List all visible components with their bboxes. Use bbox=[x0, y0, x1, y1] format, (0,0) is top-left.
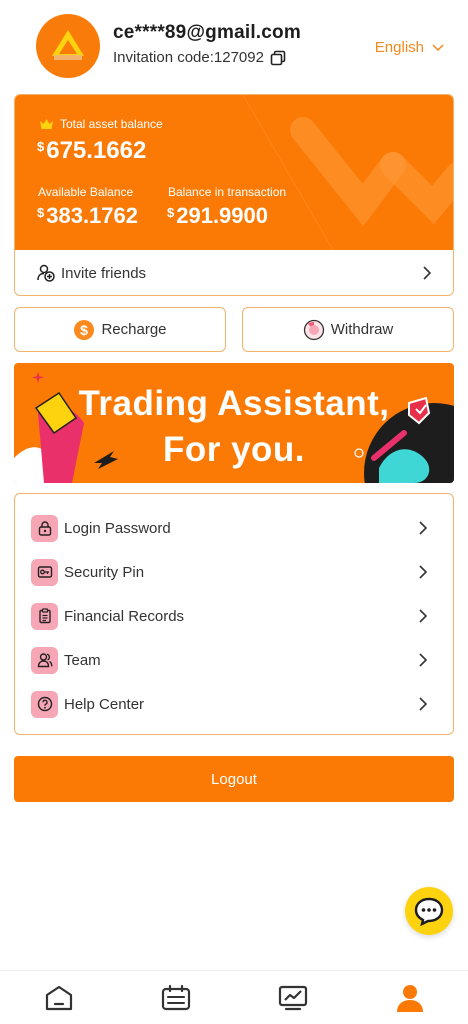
profile-icon bbox=[396, 984, 423, 1012]
invite-friends-icon bbox=[37, 264, 55, 282]
total-asset-amount: 675.1662 bbox=[46, 137, 147, 164]
chevron-right-icon bbox=[419, 609, 427, 623]
nav-orders[interactable] bbox=[146, 976, 206, 1020]
menu-item-financial-records[interactable]: Financial Records bbox=[15, 594, 453, 638]
bottom-navigation bbox=[0, 970, 468, 1024]
menu-item-security-pin[interactable]: Security Pin bbox=[15, 550, 453, 594]
banner-line-1: Trading Assistant, bbox=[78, 384, 390, 423]
promo-banner[interactable]: Trading Assistant, For you. bbox=[14, 363, 454, 483]
chat-bubble-icon bbox=[414, 897, 444, 926]
transaction-balance-value: $291.9900 bbox=[167, 203, 268, 229]
transaction-balance-label: Balance in transaction bbox=[168, 185, 287, 199]
menu-item-label: Help Center bbox=[64, 695, 145, 713]
crown-icon bbox=[40, 119, 53, 129]
total-asset-value: $675.1662 bbox=[37, 137, 146, 165]
language-selector[interactable]: English bbox=[375, 39, 444, 56]
copy-icon[interactable] bbox=[270, 50, 286, 66]
withdraw-button[interactable]: Withdraw bbox=[242, 307, 454, 352]
settings-menu: Login Password Security Pin Financial Re… bbox=[14, 493, 454, 735]
nav-home[interactable] bbox=[29, 976, 89, 1020]
menu-item-label: Financial Records bbox=[64, 607, 185, 625]
balance-summary: Total asset balance $675.1662 Available … bbox=[15, 95, 453, 250]
invite-friends-label: Invite friends bbox=[61, 264, 147, 282]
chevron-right-icon bbox=[419, 697, 427, 711]
language-label: English bbox=[374, 39, 424, 56]
user-email: ce****89@gmail.com bbox=[113, 22, 301, 43]
menu-item-login-password[interactable]: Login Password bbox=[15, 506, 453, 550]
currency-symbol: $ bbox=[37, 139, 45, 154]
available-balance-label: Available Balance bbox=[38, 185, 134, 199]
clipboard-icon bbox=[31, 602, 58, 630]
dollar-coin-icon: $ bbox=[74, 319, 95, 340]
chevron-right-icon bbox=[419, 565, 427, 579]
chevron-down-icon bbox=[432, 43, 444, 51]
invite-friends-row[interactable]: Invite friends bbox=[15, 250, 453, 295]
key-icon bbox=[31, 558, 58, 586]
logout-button[interactable]: Logout bbox=[14, 756, 454, 802]
customer-service-chat-button[interactable] bbox=[405, 887, 453, 935]
withdraw-icon bbox=[303, 319, 324, 340]
menu-item-label: Team bbox=[64, 651, 101, 669]
lock-icon bbox=[31, 514, 58, 542]
total-asset-label: Total asset balance bbox=[39, 117, 163, 131]
avatar[interactable] bbox=[36, 14, 100, 78]
menu-item-team[interactable]: Team bbox=[15, 638, 453, 682]
balance-card: Total asset balance $675.1662 Available … bbox=[14, 94, 454, 296]
invitation-code-text: Invitation code:127092 bbox=[113, 49, 264, 66]
currency-symbol: $ bbox=[37, 205, 45, 220]
transaction-balance-amount: 291.9900 bbox=[176, 203, 268, 228]
total-asset-label-text: Total asset balance bbox=[60, 117, 163, 131]
brand-logo-icon bbox=[52, 30, 84, 60]
menu-item-label: Security Pin bbox=[64, 563, 145, 581]
recharge-label: Recharge bbox=[101, 321, 167, 338]
available-balance-value: $383.1762 bbox=[37, 203, 138, 229]
home-icon bbox=[45, 985, 72, 1010]
nav-market[interactable] bbox=[263, 976, 323, 1020]
chevron-right-icon bbox=[419, 653, 427, 667]
people-icon bbox=[31, 646, 58, 674]
menu-item-help-center[interactable]: Help Center bbox=[15, 682, 453, 726]
orders-icon bbox=[161, 984, 190, 1010]
nav-profile[interactable] bbox=[380, 976, 440, 1020]
recharge-button[interactable]: $ Recharge bbox=[14, 307, 226, 352]
withdraw-label: Withdraw bbox=[330, 321, 394, 338]
chevron-right-icon bbox=[423, 266, 431, 280]
question-icon bbox=[31, 690, 58, 718]
currency-symbol: $ bbox=[167, 205, 175, 220]
banner-line-2: For you. bbox=[162, 430, 306, 469]
invitation-code: Invitation code:127092 bbox=[113, 49, 286, 66]
available-balance-amount: 383.1762 bbox=[46, 203, 138, 228]
menu-item-label: Login Password bbox=[64, 519, 171, 537]
banner-headline: Trading Assistant, For you. bbox=[14, 381, 454, 473]
profile-header: ce****89@gmail.com Invitation code:12709… bbox=[0, 0, 468, 90]
chevron-right-icon bbox=[419, 521, 427, 535]
card-decoration bbox=[243, 95, 453, 250]
market-chart-icon bbox=[278, 985, 307, 1010]
logout-label: Logout bbox=[211, 770, 257, 788]
svg-text:$: $ bbox=[81, 322, 89, 338]
